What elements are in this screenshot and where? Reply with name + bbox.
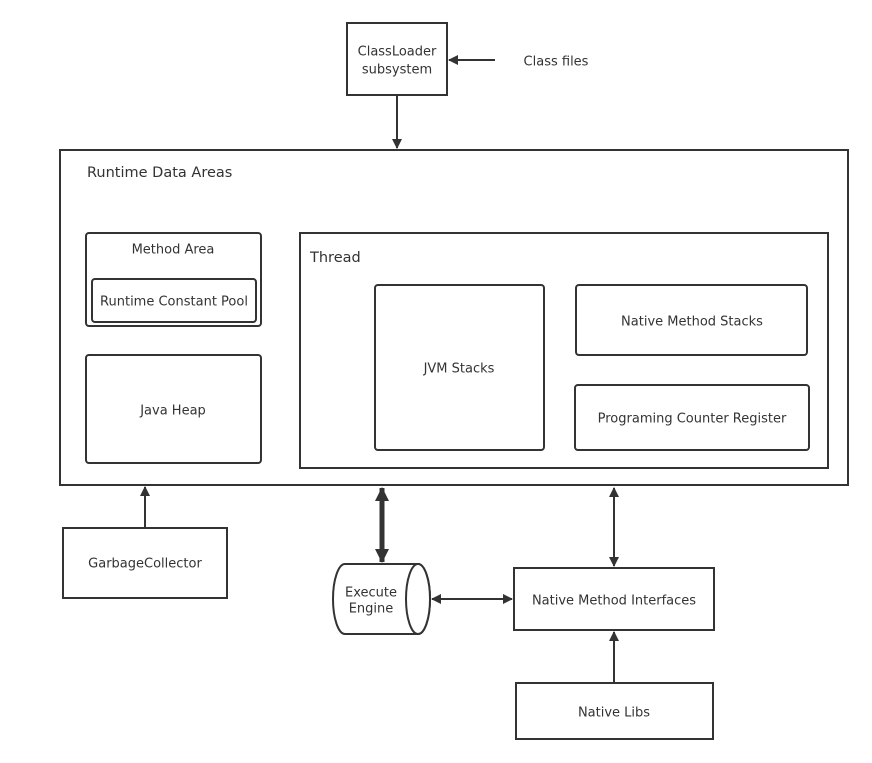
execute-engine-label-1: Execute	[345, 586, 397, 601]
native-libs-label: Native Libs	[578, 706, 650, 721]
pc-register-label: Programing Counter Register	[598, 412, 787, 427]
native-method-interfaces-node: Native Method Interfaces	[513, 567, 715, 631]
method-area-label: Method Area	[132, 243, 215, 258]
method-area-node: Method Area Runtime Constant Pool	[85, 232, 262, 327]
runtime-constant-pool-label: Runtime Constant Pool	[100, 295, 248, 310]
java-heap-node: Java Heap	[85, 354, 262, 464]
class-files-label: Class files	[524, 55, 589, 70]
thread-title: Thread	[309, 250, 361, 266]
jvm-stacks-label: JVM Stacks	[423, 362, 495, 377]
jvm-architecture-diagram: ClassLoader subsystem Class files Runtim…	[59, 22, 849, 740]
classloader-label-2: subsystem	[362, 63, 432, 78]
execute-engine-label-2: Engine	[349, 602, 394, 617]
classloader-subsystem-node: ClassLoader subsystem	[346, 22, 448, 96]
classloader-label-1: ClassLoader	[358, 45, 437, 60]
native-libs-node: Native Libs	[515, 682, 714, 740]
native-method-interfaces-label: Native Method Interfaces	[532, 594, 696, 609]
runtime-data-areas-title: Runtime Data Areas	[87, 165, 232, 181]
native-method-stacks-node: Native Method Stacks	[575, 284, 808, 356]
garbage-collector-node: GarbageCollector	[62, 527, 228, 599]
execute-engine-node: Execute Engine	[332, 563, 431, 635]
native-method-stacks-label: Native Method Stacks	[621, 315, 763, 330]
jvm-stacks-node: JVM Stacks	[374, 284, 545, 451]
java-heap-label: Java Heap	[139, 404, 206, 419]
garbage-collector-label: GarbageCollector	[88, 557, 202, 572]
pc-register-node: Programing Counter Register	[574, 384, 810, 451]
